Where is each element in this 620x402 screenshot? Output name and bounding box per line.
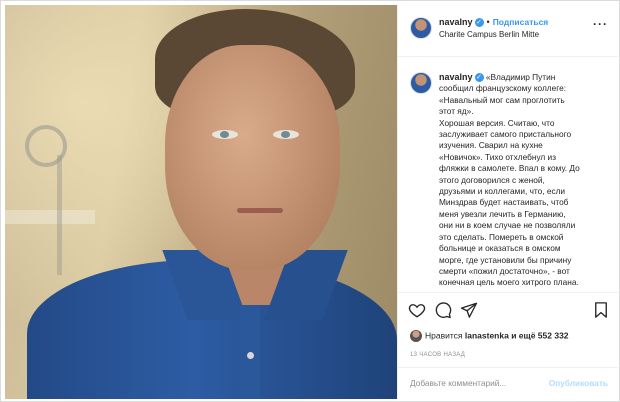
photo-eye-left	[212, 130, 238, 139]
photo-mouth	[237, 208, 283, 213]
caption-author-avatar[interactable]	[410, 72, 432, 94]
liker-avatar	[410, 330, 422, 342]
comment-input[interactable]	[410, 378, 540, 388]
bookmark-icon[interactable]	[592, 301, 610, 319]
caption-line: этого договорился с женой,	[439, 174, 545, 185]
caption-line: фляжки в самолете. Впал в кому. До	[439, 163, 580, 174]
photo-face	[165, 45, 340, 270]
photo-shelf	[5, 210, 95, 224]
caption-line: сообщил французскому коллеге:	[439, 83, 567, 94]
caption-line: больнице и оказаться в омском	[439, 243, 561, 254]
caption-line: Минздрав будет настаивать, чтоб	[439, 197, 569, 208]
follow-button[interactable]: Подписаться	[493, 17, 549, 27]
post-header: navalny ✓ • Подписаться Charite Campus Berl…	[398, 5, 618, 57]
caption-line: заслуживает самого пристального	[439, 129, 572, 140]
verified-badge-icon: ✓	[474, 18, 484, 28]
caption-line: они ни в коем случае не позволяли	[439, 220, 576, 231]
caption-line-text: «Владимир Путин	[485, 72, 556, 82]
verified-badge-icon: ✓	[474, 73, 484, 83]
caption-line: «Навальный мог сам проглотить	[439, 94, 565, 105]
author-username[interactable]: navalny	[439, 17, 473, 27]
caption-text: navalny ✓ «Владимир Путин сообщил француз…	[439, 72, 612, 289]
caption-line: это сделать. Помереть в омской	[439, 231, 564, 242]
post-location[interactable]: Charite Campus Berlin Mitte	[439, 30, 539, 39]
heart-icon[interactable]	[408, 301, 426, 319]
caption-line: изучения. Сварил на кухне	[439, 140, 543, 151]
caption-line: морге, где установили бы причину	[439, 254, 572, 265]
caption-username[interactable]: navalny	[439, 72, 473, 82]
caption-line: Хорошая версия. Считаю, что	[439, 117, 555, 128]
caption-line: меня увезли лечить в Германию,	[439, 208, 566, 219]
share-icon[interactable]	[460, 301, 478, 319]
more-icon[interactable]: ···	[593, 17, 608, 31]
comment-bar: Опубликовать	[398, 367, 618, 399]
separator-dot: •	[486, 17, 490, 27]
post-photo[interactable]	[5, 5, 397, 399]
comment-icon[interactable]	[434, 301, 452, 319]
post-caption: navalny ✓ «Владимир Путин сообщил француз…	[398, 57, 618, 293]
caption-line: друзьями и коллегами, что, если	[439, 186, 566, 197]
publish-button[interactable]: Опубликовать	[549, 378, 608, 388]
post-side-panel: navalny ✓ • Подписаться Charite Campus Berl…	[397, 5, 618, 399]
caption-line: конечная цель моего хитрого плана.	[439, 277, 579, 288]
caption-line: смерти «пожил достаточно», - вот	[439, 265, 570, 276]
caption-line: navalny ✓ «Владимир Путин	[439, 72, 612, 83]
caption-line: этот яд».	[439, 106, 474, 117]
photo-lamp-pole	[57, 155, 62, 275]
liker-username[interactable]: lanastenka	[465, 330, 509, 340]
photo-eye-right	[273, 130, 299, 139]
header-author-line: navalny ✓ • Подписаться	[439, 17, 549, 28]
caption-line: «Новичок». Тихо отхлебнул из	[439, 151, 556, 162]
author-avatar[interactable]	[410, 17, 432, 39]
post-timestamp[interactable]: 13 ЧАСОВ НАЗАД	[410, 352, 465, 358]
likes-summary[interactable]: Нравится lanastenka и ещё 552 332	[410, 330, 569, 344]
photo-shirt-button	[247, 352, 254, 359]
likes-count[interactable]: и ещё 552 332	[511, 330, 568, 340]
likes-prefix: Нравится	[425, 330, 463, 341]
post-actions	[398, 301, 618, 321]
instagram-post: navalny ✓ • Подписаться Charite Campus Berl…	[0, 0, 620, 402]
